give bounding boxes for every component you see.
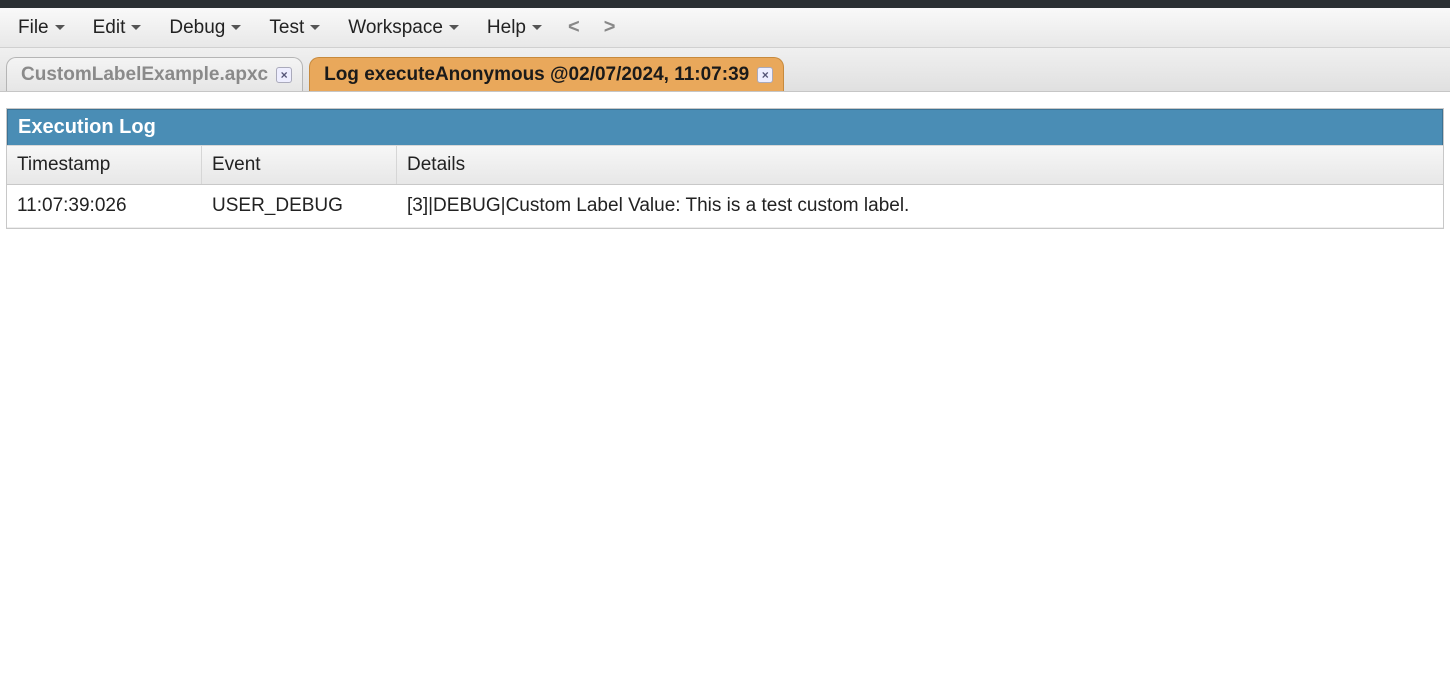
- panel-title: Execution Log: [7, 109, 1443, 145]
- menu-edit[interactable]: Edit: [79, 11, 156, 45]
- table-header-row: Timestamp Event Details: [7, 145, 1443, 185]
- menu-file-label: File: [18, 17, 49, 39]
- menubar: File Edit Debug Test Workspace Help < >: [0, 8, 1450, 48]
- nav-forward-button[interactable]: >: [592, 16, 628, 39]
- cell-details: [3]|DEBUG|Custom Label Value: This is a …: [397, 185, 1443, 227]
- column-header-details[interactable]: Details: [397, 146, 1443, 184]
- close-icon[interactable]: ×: [757, 67, 773, 83]
- menu-test-label: Test: [269, 17, 304, 39]
- tab-custom-label-example[interactable]: CustomLabelExample.apxc ×: [6, 57, 303, 91]
- tab-log-execute-anonymous[interactable]: Log executeAnonymous @02/07/2024, 11:07:…: [309, 57, 784, 91]
- menu-workspace-label: Workspace: [348, 17, 443, 39]
- chevron-down-icon: [532, 25, 542, 30]
- chevron-down-icon: [131, 25, 141, 30]
- tab-strip: CustomLabelExample.apxc × Log executeAno…: [0, 48, 1450, 92]
- tab-label: CustomLabelExample.apxc: [21, 64, 268, 86]
- table-row[interactable]: 11:07:39:026 USER_DEBUG [3]|DEBUG|Custom…: [7, 185, 1443, 228]
- menu-workspace[interactable]: Workspace: [334, 11, 473, 45]
- menu-file[interactable]: File: [4, 11, 79, 45]
- close-icon[interactable]: ×: [276, 67, 292, 83]
- column-header-timestamp[interactable]: Timestamp: [7, 146, 202, 184]
- cell-timestamp: 11:07:39:026: [7, 185, 202, 227]
- cell-event: USER_DEBUG: [202, 185, 397, 227]
- chevron-down-icon: [310, 25, 320, 30]
- menu-test[interactable]: Test: [255, 11, 334, 45]
- menu-help-label: Help: [487, 17, 526, 39]
- menu-help[interactable]: Help: [473, 11, 556, 45]
- tab-label: Log executeAnonymous @02/07/2024, 11:07:…: [324, 64, 749, 86]
- menu-edit-label: Edit: [93, 17, 126, 39]
- nav-back-button[interactable]: <: [556, 16, 592, 39]
- chevron-down-icon: [231, 25, 241, 30]
- column-header-event[interactable]: Event: [202, 146, 397, 184]
- chevron-down-icon: [55, 25, 65, 30]
- menu-debug-label: Debug: [169, 17, 225, 39]
- table-body: 11:07:39:026 USER_DEBUG [3]|DEBUG|Custom…: [7, 185, 1443, 228]
- menu-debug[interactable]: Debug: [155, 11, 255, 45]
- chevron-down-icon: [449, 25, 459, 30]
- execution-log-panel: Execution Log Timestamp Event Details 11…: [6, 108, 1444, 229]
- window-topbar: [0, 0, 1450, 8]
